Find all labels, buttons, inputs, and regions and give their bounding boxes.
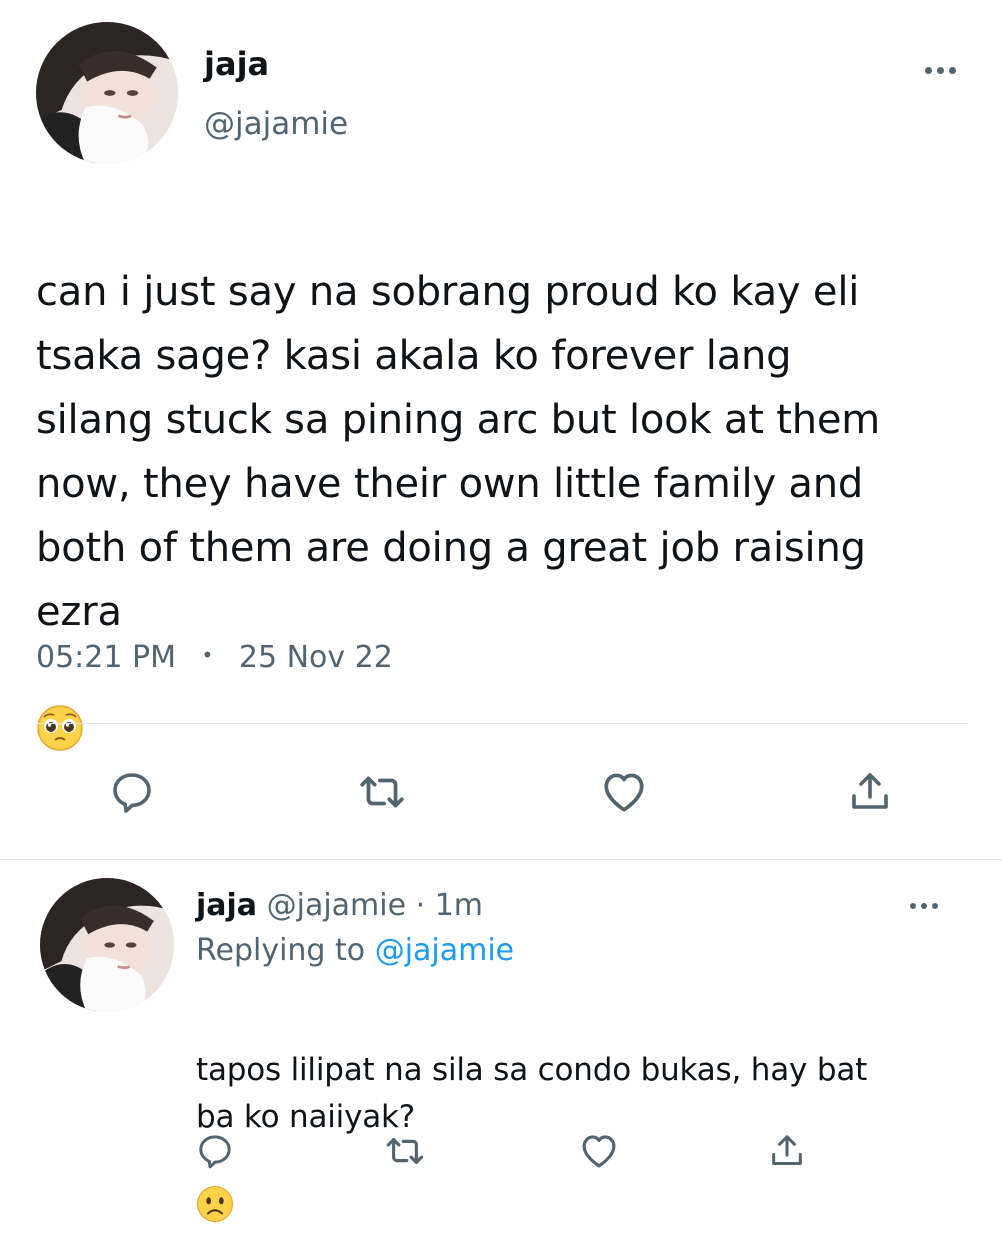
heart-icon [582, 1135, 616, 1168]
reply-body: tapos lilipat na sila sa condo bukas, ha… [196, 1052, 868, 1135]
reply-retweet-button[interactable] [382, 1128, 428, 1174]
reply-button[interactable] [104, 764, 160, 820]
section-divider [0, 859, 1002, 860]
author-handle[interactable]: @jajamie [204, 104, 348, 144]
tweet-text: can i just say na sobrang proud ko kay e… [36, 196, 976, 775]
replying-to-link[interactable]: @jajamie [375, 933, 514, 968]
separator-dot: • [201, 643, 214, 667]
share-icon [852, 773, 888, 809]
reply-author-name[interactable]: jaja [196, 888, 257, 923]
heart-icon [604, 773, 644, 812]
reply-reply-button[interactable] [192, 1128, 238, 1174]
reply-author-avatar[interactable] [40, 878, 174, 1012]
tweet-time: 05:21 PM [36, 640, 176, 675]
reply-share-button[interactable] [764, 1128, 810, 1174]
reply-time[interactable]: 1m [435, 888, 483, 923]
tweet-timestamp[interactable]: 05:21 PM • 25 Nov 22 [36, 636, 393, 682]
reply-more-options-icon[interactable] [910, 898, 938, 914]
reply-icon [199, 1135, 231, 1169]
reply-like-button[interactable] [576, 1128, 622, 1174]
retweet-icon [386, 1138, 424, 1164]
more-options-icon[interactable] [925, 62, 956, 78]
retweet-icon [360, 776, 404, 808]
reply-header: jaja @jajamie · 1m [196, 886, 483, 926]
divider [36, 723, 968, 724]
replying-to-label: Replying to [196, 933, 366, 968]
reply-author-handle[interactable]: @jajamie [267, 888, 406, 923]
share-icon [772, 1135, 802, 1165]
replying-to: Replying to @jajamie [196, 930, 514, 972]
reply-dot: · [415, 888, 426, 923]
author-avatar[interactable] [36, 22, 178, 164]
tweet-date: 25 Nov 22 [238, 640, 393, 675]
retweet-button[interactable] [354, 764, 410, 820]
author-name[interactable]: jaja [204, 44, 269, 84]
tweet-body: can i just say na sobrang proud ko kay e… [36, 269, 881, 635]
share-button[interactable] [842, 764, 898, 820]
reply-text: tapos lilipat na sila sa condo bukas, ha… [196, 1000, 956, 1240]
like-button[interactable] [596, 764, 652, 820]
reply-icon [113, 773, 151, 813]
